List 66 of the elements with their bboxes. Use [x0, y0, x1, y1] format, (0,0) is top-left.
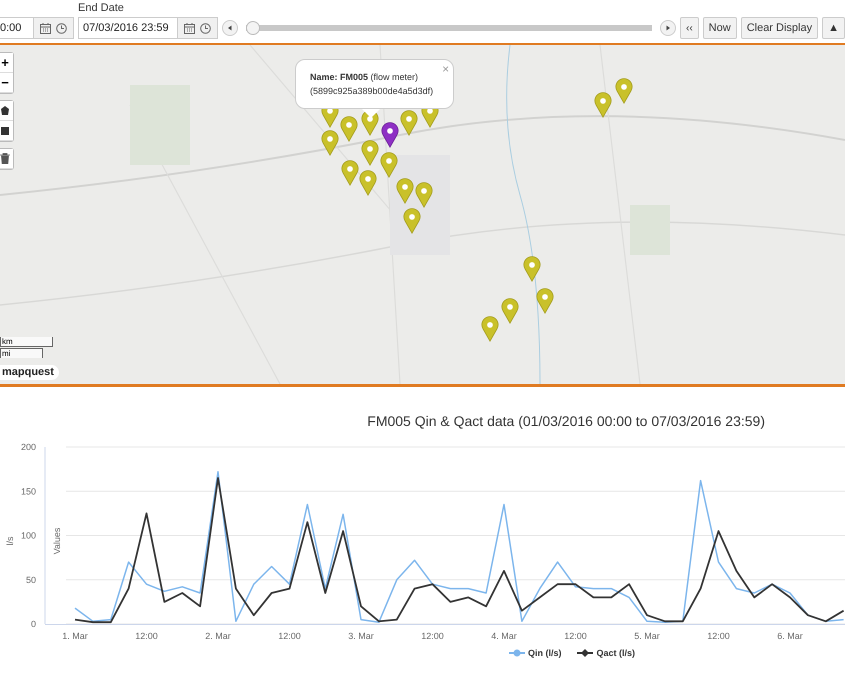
end-date-field[interactable]: 07/03/2016 23:59: [78, 17, 178, 39]
y-tick-label: 50: [26, 574, 36, 585]
y-tick-label: 150: [20, 486, 36, 496]
x-tick-label: 3. Mar: [348, 631, 374, 641]
y-tick-label: 0: [30, 619, 36, 629]
step-forward-icon[interactable]: [660, 20, 676, 36]
zoom-in-button[interactable]: +: [0, 53, 13, 73]
x-tick-label: 6. Mar: [777, 631, 803, 641]
legend-item[interactable]: Qact (l/s): [577, 648, 635, 658]
toolbar-button[interactable]: Clear Display: [740, 17, 818, 39]
draw-polygon-button[interactable]: [0, 101, 13, 121]
popup-id: (5899c925a389b00de4a5d3df): [310, 85, 434, 98]
x-tick-label: 12:00: [564, 631, 587, 641]
scale-bar: mi: [0, 348, 43, 358]
step-back-icon[interactable]: [222, 20, 238, 36]
popup-name: Name: FM005 (flow meter): [310, 71, 420, 84]
calendar-icon[interactable]: [184, 22, 195, 34]
end-date-label: End Date: [78, 2, 125, 14]
x-tick-label: 12:00: [421, 631, 444, 641]
legend-label: Qact (l/s): [596, 648, 635, 658]
x-tick-label: 4. Mar: [491, 631, 517, 641]
polygon-icon: [0, 106, 10, 116]
legend-marker-icon: [508, 649, 525, 657]
map-marker-icon[interactable]: [361, 140, 379, 166]
map-marker-icon[interactable]: [415, 182, 433, 208]
map-marker-icon[interactable]: [481, 316, 499, 342]
map-marker-icon[interactable]: [381, 122, 399, 148]
slider-thumb[interactable]: [246, 21, 260, 35]
map-marker-icon[interactable]: [615, 78, 633, 104]
map-marker-icon[interactable]: [523, 256, 541, 282]
legend-item[interactable]: Qin (l/s): [508, 648, 562, 658]
chart-title: FM005 Qin & Qact data (01/03/2016 00:00 to 07/03/2016 23:59): [366, 413, 766, 431]
map-marker-icon[interactable]: [594, 92, 612, 118]
clock-icon[interactable]: [56, 22, 67, 34]
x-tick-label: 12:00: [278, 631, 301, 641]
y-tick-label: 200: [20, 442, 36, 452]
map-marker-icon[interactable]: [340, 116, 358, 142]
calendar-icon[interactable]: [40, 22, 51, 34]
scale-bar: km: [0, 337, 53, 347]
y-axis-title: Values: [52, 528, 62, 554]
map-marker-icon[interactable]: [536, 288, 554, 314]
x-tick-label: 2. Mar: [205, 631, 231, 641]
toolbar-button[interactable]: Now: [702, 17, 737, 39]
y-axis-unit: l/s: [5, 536, 15, 546]
map-marker-icon[interactable]: [501, 298, 519, 324]
toolbar-button[interactable]: ▲: [822, 17, 845, 39]
map-marker-icon[interactable]: [396, 178, 414, 204]
x-tick-label: 5. Mar: [634, 631, 660, 641]
map-logo: mapquest: [0, 365, 59, 380]
y-tick-label: 100: [20, 530, 36, 540]
rewind-button[interactable]: ‹‹: [680, 17, 699, 39]
map-marker-icon[interactable]: [341, 160, 359, 186]
trash-icon: [0, 153, 10, 164]
map-marker-icon[interactable]: [380, 152, 398, 178]
x-tick-label: 1. Mar: [62, 631, 88, 641]
x-tick-label: 12:00: [135, 631, 158, 641]
x-tick-label: 12:00: [707, 631, 730, 641]
clock-icon[interactable]: [200, 22, 211, 34]
map-marker-icon[interactable]: [359, 170, 377, 196]
legend-marker-icon: [577, 649, 594, 657]
map-marker-icon[interactable]: [403, 208, 421, 234]
delete-button[interactable]: [0, 149, 13, 169]
square-icon: [0, 126, 10, 136]
map-marker-icon[interactable]: [321, 130, 339, 156]
legend-label: Qin (l/s): [528, 648, 562, 658]
map-marker-icon[interactable]: [400, 110, 418, 136]
